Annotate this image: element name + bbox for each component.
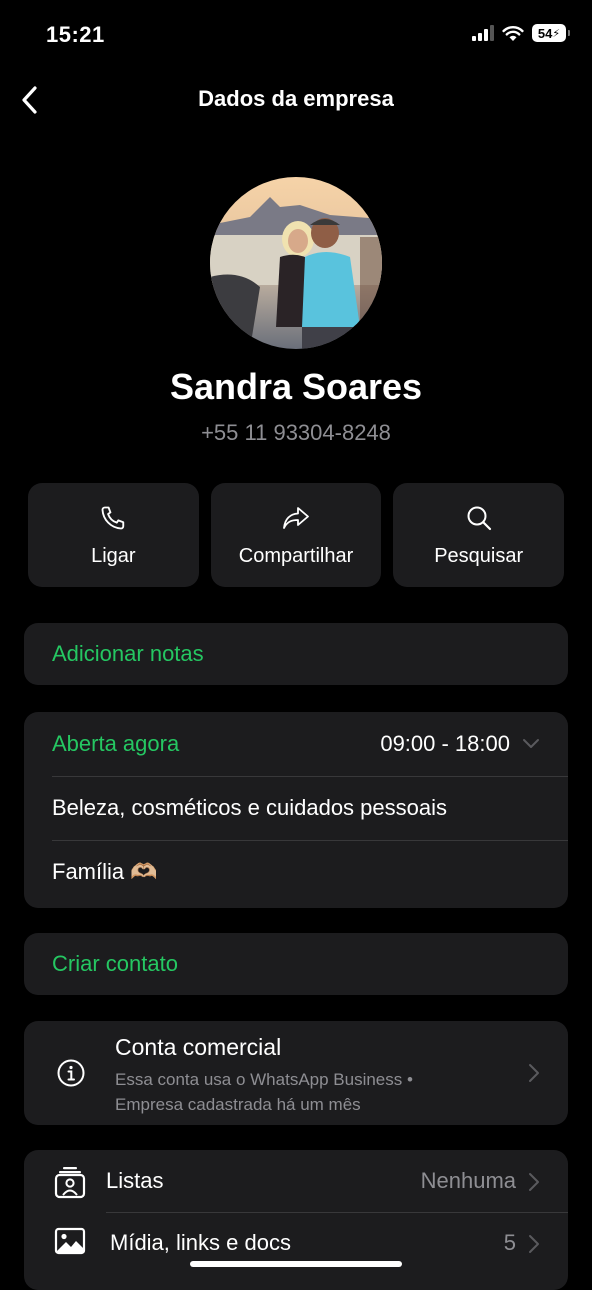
status-bar: 15:21 54 ⚡ xyxy=(0,0,592,70)
add-notes-label: Adicionar notas xyxy=(52,641,204,666)
business-account-title: Conta comercial xyxy=(115,1034,282,1060)
business-description-row: Família 🫶🏼 xyxy=(24,840,568,904)
search-label: Pesquisar xyxy=(434,544,524,567)
profile-photo xyxy=(210,177,382,349)
call-label: Ligar xyxy=(91,544,136,567)
business-account-description: Essa conta usa o WhatsApp Business • Emp… xyxy=(115,1067,413,1117)
lists-label: Listas xyxy=(106,1168,164,1193)
action-buttons: Ligar Compartilhar Pesquisar xyxy=(28,483,565,587)
wifi-icon xyxy=(502,25,524,41)
battery-icon: 54 ⚡ xyxy=(532,24,570,42)
business-hours-row[interactable]: Aberta agora 09:00 - 18:00 xyxy=(24,712,568,776)
profile-avatar[interactable] xyxy=(210,177,382,349)
phone-icon xyxy=(101,506,125,529)
status-time: 15:21 xyxy=(46,22,105,47)
lists-icon xyxy=(54,1167,86,1199)
share-icon xyxy=(283,506,309,529)
status-icons: 54 ⚡ xyxy=(472,24,570,42)
media-count: 5 xyxy=(503,1230,516,1255)
business-account-line-2: Empresa cadastrada há um mês xyxy=(115,1095,361,1114)
lists-row[interactable]: Listas Nenhuma xyxy=(24,1150,568,1212)
info-icon xyxy=(57,1059,85,1087)
business-account-line-1: Essa conta usa o WhatsApp Business • xyxy=(115,1070,413,1089)
lists-value: Nenhuma xyxy=(420,1168,516,1193)
search-button[interactable]: Pesquisar xyxy=(393,483,565,587)
business-category: Beleza, cosméticos e cuidados pessoais xyxy=(52,795,447,820)
contact-phone: +55 11 93304-8248 xyxy=(201,420,391,445)
search-icon xyxy=(467,506,491,530)
contact-name: Sandra Soares xyxy=(169,366,423,407)
share-label: Compartilhar xyxy=(238,544,354,567)
navigation-bar: Dados da empresa xyxy=(0,72,592,128)
chevron-right-icon xyxy=(529,1173,539,1191)
list-card: Listas Nenhuma Mídia, links e docs 5 xyxy=(24,1150,568,1290)
add-notes-button[interactable]: Adicionar notas xyxy=(24,623,568,685)
business-info-card: Aberta agora 09:00 - 18:00 Beleza, cosmé… xyxy=(24,712,568,908)
call-button[interactable]: Ligar xyxy=(28,483,199,587)
share-button[interactable]: Compartilhar xyxy=(210,483,382,587)
cellular-signal-icon xyxy=(472,25,494,41)
battery-level: 54 xyxy=(537,25,553,41)
business-description: Família 🫶🏼 xyxy=(52,859,158,884)
media-label: Mídia, links e docs xyxy=(110,1230,291,1255)
chevron-down-icon xyxy=(523,739,539,748)
business-account-row[interactable]: Conta comercial Essa conta usa o WhatsAp… xyxy=(24,1021,568,1125)
media-icon xyxy=(54,1227,86,1255)
chevron-right-icon xyxy=(529,1064,539,1082)
chevron-right-icon xyxy=(529,1235,539,1253)
create-contact-label: Criar contato xyxy=(52,951,178,976)
business-category-row: Beleza, cosméticos e cuidados pessoais xyxy=(24,776,568,840)
open-status: Aberta agora xyxy=(52,731,180,756)
page-title: Dados da empresa xyxy=(198,86,394,111)
hours-range: 09:00 - 18:00 xyxy=(380,731,510,756)
create-contact-button[interactable]: Criar contato xyxy=(24,933,568,995)
home-indicator[interactable] xyxy=(190,1261,402,1267)
